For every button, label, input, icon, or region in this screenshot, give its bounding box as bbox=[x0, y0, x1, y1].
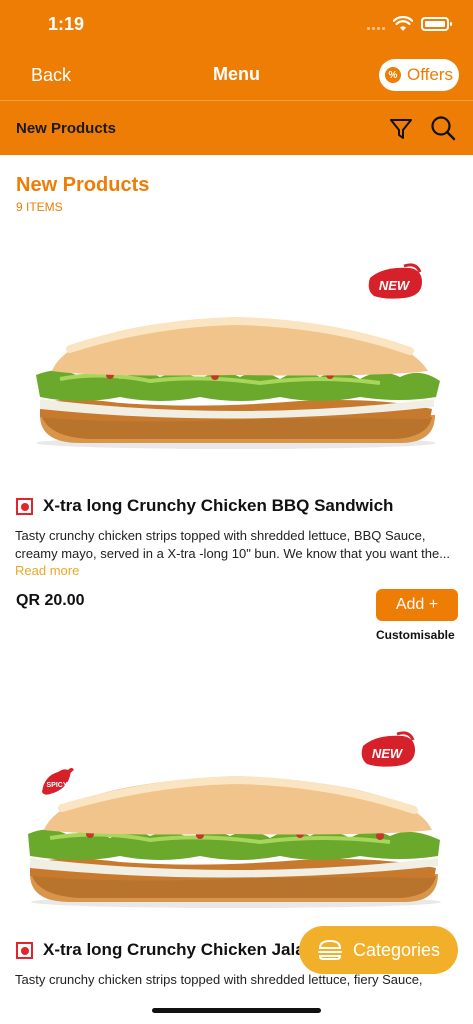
new-badge: NEW bbox=[368, 263, 422, 299]
product-card: NEW X-tra long Crunchy Chicken BBQ Sandw… bbox=[0, 250, 473, 650]
home-indicator[interactable] bbox=[152, 1008, 321, 1013]
nonveg-indicator-icon bbox=[16, 942, 33, 959]
offers-label: Offers bbox=[407, 65, 453, 84]
search-icon[interactable] bbox=[430, 115, 456, 141]
wifi-icon bbox=[393, 16, 413, 31]
product-description: Tasty crunchy chicken strips topped with… bbox=[15, 528, 451, 561]
nonveg-indicator-icon bbox=[16, 498, 33, 515]
add-to-cart-button[interactable]: Add + bbox=[376, 589, 458, 621]
categories-button[interactable]: Categories bbox=[299, 926, 458, 974]
offers-icon: % bbox=[385, 67, 401, 83]
status-icons bbox=[367, 16, 452, 32]
category-bar-title: New Products bbox=[16, 120, 117, 137]
product-name[interactable]: X-tra long Crunchy Chicken BBQ Sandwich bbox=[43, 496, 393, 516]
product-price: QR 20.00 bbox=[16, 592, 85, 609]
categories-label: Categories bbox=[352, 939, 441, 960]
new-badge-text: NEW bbox=[372, 746, 404, 761]
category-bar: New Products bbox=[0, 100, 473, 155]
product-card: NEW SPICY X-tra long Crunchy Chicken Jal… bbox=[0, 720, 473, 1024]
section-item-count: 9 ITEMS bbox=[16, 200, 63, 214]
sandwich-image bbox=[36, 316, 440, 449]
burger-icon bbox=[317, 939, 342, 960]
sandwich-image bbox=[28, 775, 441, 908]
new-badge-text: NEW bbox=[379, 278, 411, 293]
status-time: 1:19 bbox=[48, 14, 85, 34]
signal-icon bbox=[367, 18, 385, 30]
offers-button[interactable]: % Offers bbox=[379, 59, 459, 91]
filter-icon[interactable] bbox=[389, 117, 413, 141]
read-more-link[interactable]: Read more bbox=[15, 563, 79, 578]
status-bar: 1:19 bbox=[0, 0, 473, 50]
customisable-label: Customisable bbox=[376, 628, 455, 642]
app-header: 1:19 Back Menu % Offers bbox=[0, 0, 473, 100]
section-title: New Products bbox=[16, 174, 150, 196]
battery-icon bbox=[421, 17, 452, 31]
